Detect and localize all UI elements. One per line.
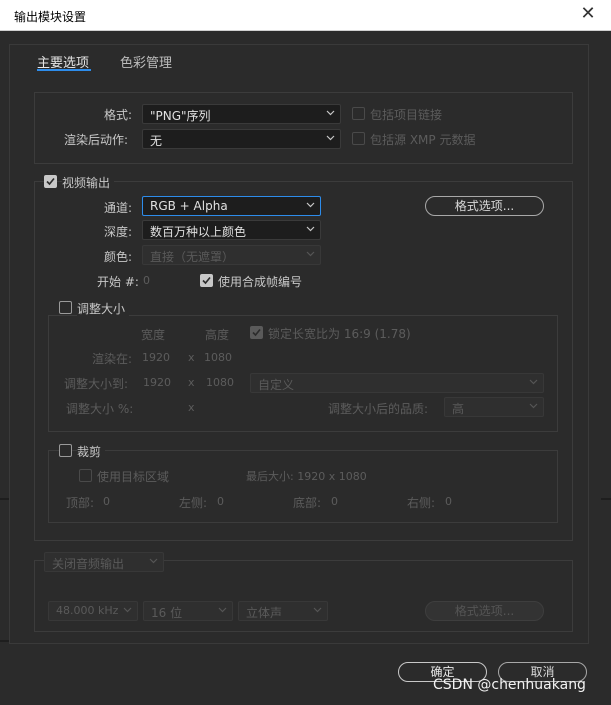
crop-checkbox[interactable] (59, 444, 72, 457)
crop-left-value[interactable]: 0 (217, 495, 224, 508)
width-header: 宽度 (141, 328, 166, 342)
resize-percent-label: 调整大小 %: (66, 402, 134, 416)
resize-checkbox[interactable] (59, 301, 72, 314)
final-size-label: 最后大小: 1920 x 1080 (246, 470, 367, 483)
use-comp-frame-checkbox[interactable] (200, 274, 213, 287)
resize-to-height[interactable]: 1080 (206, 376, 234, 389)
background-divider (0, 640, 9, 642)
lock-aspect-label: 锁定长宽比为 16:9 (1.78) (268, 327, 411, 341)
start-frame-value[interactable]: 0 (143, 274, 150, 287)
close-icon[interactable]: ✕ (578, 4, 598, 24)
tab-color-management[interactable]: 色彩管理 (120, 52, 172, 71)
color-label: 颜色: (104, 250, 133, 264)
resize-to-width[interactable]: 1920 (143, 376, 171, 389)
render-at-height: 1080 (204, 351, 232, 364)
crop-label: 裁剪 (77, 443, 106, 460)
video-output-checkbox[interactable] (44, 175, 57, 188)
audio-bit-depth-dropdown[interactable]: 16 位 (143, 601, 233, 621)
background-divider (0, 498, 9, 500)
resize-to-x: x (188, 376, 195, 389)
crop-left-label: 左侧: (179, 496, 208, 510)
title-bar: 输出模块设置 ✕ (0, 0, 611, 31)
height-header: 高度 (205, 328, 230, 342)
checkmark-icon (202, 276, 211, 285)
crop-top-value[interactable]: 0 (103, 495, 110, 508)
chevron-down-icon (312, 604, 323, 616)
chevron-down-icon (305, 248, 316, 260)
crop-right-value[interactable]: 0 (445, 495, 452, 508)
chevron-down-icon (325, 132, 336, 144)
chevron-down-icon (528, 400, 539, 412)
include-source-xmp-label: 包括源 XMP 元数据 (370, 133, 476, 147)
start-frame-label: 开始 #: (97, 275, 139, 289)
resize-preset-dropdown[interactable]: 自定义 (250, 373, 544, 393)
depth-dropdown[interactable]: 数百万种以上颜色 (142, 220, 321, 240)
use-roi-checkbox[interactable] (79, 469, 92, 482)
crop-top-label: 顶部: (66, 496, 95, 510)
resize-to-label: 调整大小到: (64, 377, 129, 391)
use-comp-frame-label: 使用合成帧编号 (218, 275, 303, 289)
active-tab-indicator (37, 69, 91, 71)
chevron-down-icon (148, 555, 159, 567)
audio-mode-dropdown[interactable]: 关闭音频输出 (44, 552, 164, 572)
audio-sample-rate-dropdown[interactable]: 48.000 kHz (48, 601, 138, 621)
render-at-width: 1920 (142, 351, 170, 364)
video-format-options-button[interactable]: 格式选项... (425, 196, 544, 216)
post-render-dropdown[interactable]: 无 (142, 129, 341, 149)
depth-label: 深度: (104, 225, 133, 239)
render-at-x: x (188, 351, 195, 364)
color-dropdown[interactable]: 直接（无遮罩） (142, 245, 321, 265)
watermark-text: CSDN @chenhuakang (433, 677, 586, 693)
crop-bottom-label: 底部: (293, 496, 322, 510)
post-render-label: 渲染后动作: (64, 133, 129, 147)
crop-bottom-value[interactable]: 0 (331, 495, 338, 508)
background-divider (601, 498, 611, 500)
resize-quality-dropdown[interactable]: 高 (444, 397, 544, 417)
chevron-down-icon (217, 604, 228, 616)
resize-quality-label: 调整大小后的品质: (328, 402, 429, 416)
checkmark-icon (46, 177, 55, 186)
crop-group (48, 450, 558, 523)
window-title: 输出模块设置 (14, 10, 87, 24)
resize-percent-x: x (188, 401, 195, 414)
chevron-down-icon (122, 604, 133, 616)
include-source-xmp-checkbox[interactable] (352, 132, 365, 145)
format-dropdown[interactable]: "PNG"序列 (142, 104, 341, 124)
chevron-down-icon (325, 107, 336, 119)
lock-aspect-checkbox[interactable] (250, 326, 263, 339)
render-at-label: 渲染在: (92, 352, 133, 366)
audio-channels-dropdown[interactable]: 立体声 (238, 601, 328, 621)
channels-label: 通道: (104, 201, 133, 215)
include-project-link-checkbox[interactable] (352, 107, 365, 120)
crop-right-label: 右侧: (407, 496, 436, 510)
resize-label: 调整大小 (77, 300, 130, 317)
video-output-label: 视频输出 (62, 174, 115, 191)
use-roi-label: 使用目标区域 (97, 470, 170, 484)
chevron-down-icon (305, 223, 316, 235)
channels-dropdown[interactable]: RGB + Alpha (142, 196, 321, 216)
format-label: 格式: (104, 108, 133, 122)
format-group (34, 92, 573, 164)
chevron-down-icon (528, 376, 539, 388)
chevron-down-icon (305, 199, 316, 211)
checkmark-icon (252, 328, 261, 337)
audio-format-options-button[interactable]: 格式选项... (425, 601, 544, 621)
include-project-link-label: 包括项目链接 (370, 108, 443, 122)
